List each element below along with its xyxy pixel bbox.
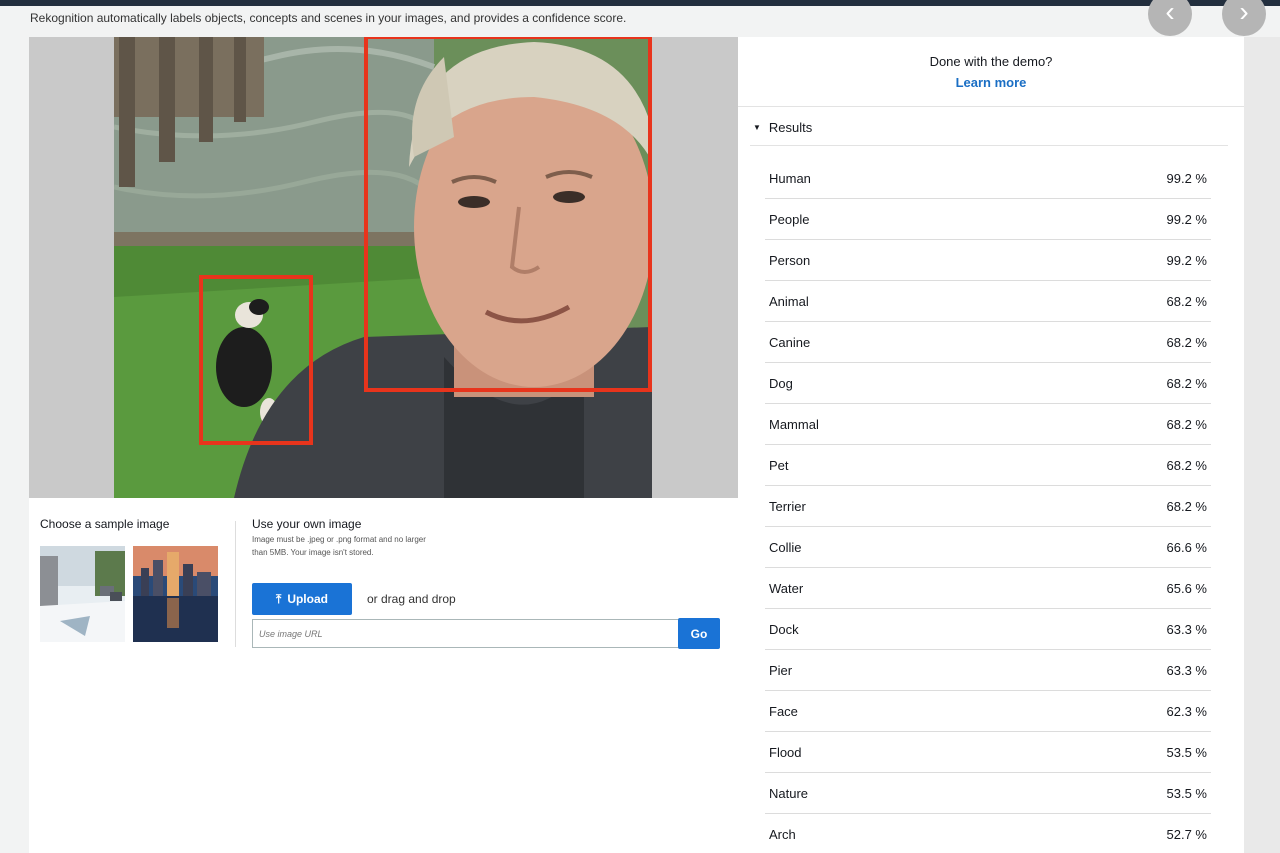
result-score: 65.6 % (1166, 580, 1207, 596)
result-row: Animal 68.2 % (765, 281, 1211, 322)
result-score: 52.7 % (1166, 826, 1207, 842)
window-edge (1244, 37, 1280, 853)
go-button[interactable]: Go (678, 618, 720, 649)
own-image-note: Image must be .jpeg or .png format and n… (252, 535, 426, 557)
intro-text: Rekognition automatically labels objects… (30, 11, 627, 25)
result-label: Face (769, 703, 798, 719)
drag-drop-text: or drag and drop (367, 592, 456, 606)
result-label: Human (769, 170, 811, 186)
learn-more-link[interactable]: Learn more (738, 75, 1244, 90)
result-score: 99.2 % (1166, 252, 1207, 268)
result-row: Terrier 68.2 % (765, 486, 1211, 527)
result-label: Dock (769, 621, 799, 637)
result-row: Nature 53.5 % (765, 773, 1211, 814)
result-row: Dock 63.3 % (765, 609, 1211, 650)
analyzed-image-area (29, 37, 738, 498)
chevron-left-icon[interactable]: ‹ (1148, 0, 1192, 36)
result-score: 63.3 % (1166, 662, 1207, 678)
result-row: Water 65.6 % (765, 568, 1211, 609)
result-label: Flood (769, 744, 802, 760)
result-score: 63.3 % (1166, 621, 1207, 637)
result-score: 99.2 % (1166, 170, 1207, 186)
result-label: Pier (769, 662, 793, 678)
sample-image-title: Choose a sample image (40, 517, 170, 531)
result-row: Mammal 68.2 % (765, 404, 1211, 445)
result-label: Mammal (769, 416, 819, 432)
divider (738, 106, 1244, 107)
results-label: Results (768, 120, 813, 135)
own-image-title: Use your own image (252, 517, 362, 531)
result-label: Arch (769, 826, 796, 842)
caret-down-icon: ▼ (753, 123, 761, 132)
result-row: Flood 53.5 % (765, 732, 1211, 773)
result-row: People 99.2 % (765, 199, 1211, 240)
result-label: People (769, 211, 810, 227)
result-score: 68.2 % (1166, 334, 1207, 350)
result-score: 68.2 % (1166, 293, 1207, 309)
result-label: Animal (769, 293, 809, 309)
top-bar (0, 0, 1280, 6)
result-row: Person 99.2 % (765, 240, 1211, 281)
upload-button[interactable]: ⤒ Upload (252, 583, 352, 615)
result-row: Pier 63.3 % (765, 650, 1211, 691)
done-with-demo-text: Done with the demo? (929, 54, 1053, 69)
result-score: 68.2 % (1166, 375, 1207, 391)
demo-panel: Choose a sample image Use your own image (29, 37, 738, 853)
result-row: Collie 66.6 % (765, 527, 1211, 568)
results-toggle[interactable]: ▼ Results (753, 120, 812, 135)
result-row: Pet 68.2 % (765, 445, 1211, 486)
result-score: 99.2 % (1166, 211, 1207, 227)
dog-bounding-box (199, 275, 313, 445)
face-bounding-box (364, 37, 652, 392)
section-divider (235, 521, 236, 647)
result-label: Terrier (769, 498, 806, 514)
result-score: 53.5 % (1166, 744, 1207, 760)
results-list: Human 99.2 % People 99.2 % Person 99.2 % Anima… (765, 158, 1211, 853)
result-label: Water (769, 580, 804, 596)
result-score: 68.2 % (1166, 457, 1207, 473)
result-label: Pet (769, 457, 789, 473)
upload-label: Upload (287, 592, 328, 606)
result-label: Canine (769, 334, 811, 350)
results-panel: Done with the demo? Learn more ▼ Results… (738, 37, 1244, 853)
result-score: 62.3 % (1166, 703, 1207, 719)
result-row: Canine 68.2 % (765, 322, 1211, 363)
sample-thumbnail-street[interactable] (40, 546, 125, 642)
image-url-input[interactable] (252, 619, 679, 648)
result-score: 68.2 % (1166, 498, 1207, 514)
chevron-right-icon[interactable]: › (1222, 0, 1266, 36)
result-label: Nature (769, 785, 809, 801)
result-label: Collie (769, 539, 802, 555)
divider (750, 145, 1228, 146)
result-row: Face 62.3 % (765, 691, 1211, 732)
result-score: 53.5 % (1166, 785, 1207, 801)
result-score: 68.2 % (1166, 416, 1207, 432)
result-row: Dog 68.2 % (765, 363, 1211, 404)
result-row: Arch 52.7 % (765, 814, 1211, 853)
result-score: 66.6 % (1166, 539, 1207, 555)
result-label: Person (769, 252, 811, 268)
sample-thumbnail-city[interactable] (133, 546, 218, 642)
result-row: Human 99.2 % (765, 158, 1211, 199)
result-label: Dog (769, 375, 793, 391)
upload-icon: ⤒ (276, 591, 282, 606)
